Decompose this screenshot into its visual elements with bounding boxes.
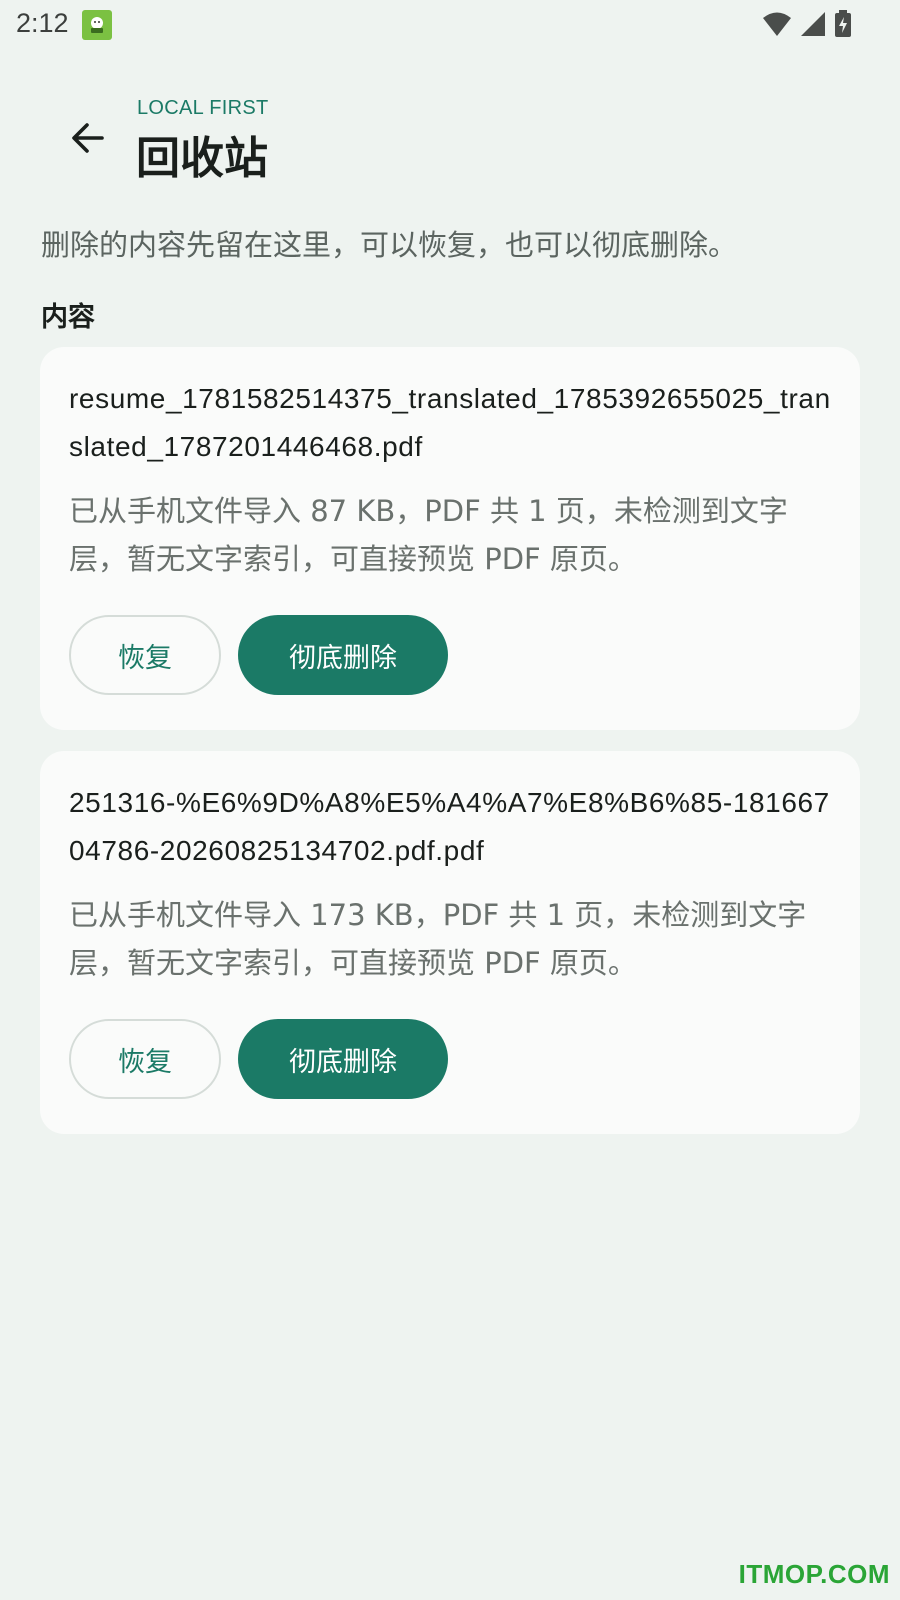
status-icons [762, 10, 852, 42]
back-button[interactable] [60, 112, 116, 168]
header: LOCAL FIRST 回收站 [0, 92, 900, 184]
delete-permanently-button[interactable]: 彻底删除 [238, 1019, 448, 1099]
app-notification-icon [82, 10, 112, 40]
restore-button[interactable]: 恢复 [69, 1019, 221, 1099]
status-bar: 2:12 [0, 0, 900, 50]
watermark: ITMOP.COM [738, 1559, 890, 1589]
section-label: 内容 [41, 302, 95, 333]
signal-icon [800, 11, 826, 41]
status-time: 2:12 [16, 8, 69, 38]
item-title: resume_1781582514375_translated_17853926… [69, 383, 831, 462]
page-title: 回收站 [136, 133, 268, 184]
arrow-left-icon [70, 120, 106, 160]
restore-button[interactable]: 恢复 [69, 615, 221, 695]
page-description: 删除的内容先留在这里，可以恢复，也可以彻底删除。 [41, 228, 738, 262]
trash-item-card: 251316-%E6%9D%A8%E5%A4%A7%E8%B6%85-18166… [40, 751, 860, 1134]
battery-charging-icon [834, 10, 852, 42]
item-meta: 已从手机文件导入 173 KB，PDF 共 1 页，未检测到文字层，暂无文字索引… [69, 898, 807, 980]
delete-permanently-button[interactable]: 彻底删除 [238, 615, 448, 695]
item-meta: 已从手机文件导入 87 KB，PDF 共 1 页，未检测到文字层，暂无文字索引，… [69, 494, 788, 576]
trash-item-card: resume_1781582514375_translated_17853926… [40, 347, 860, 730]
eyebrow-label: LOCAL FIRST [137, 97, 269, 119]
item-title: 251316-%E6%9D%A8%E5%A4%A7%E8%B6%85-18166… [69, 787, 830, 866]
wifi-icon [762, 11, 792, 41]
